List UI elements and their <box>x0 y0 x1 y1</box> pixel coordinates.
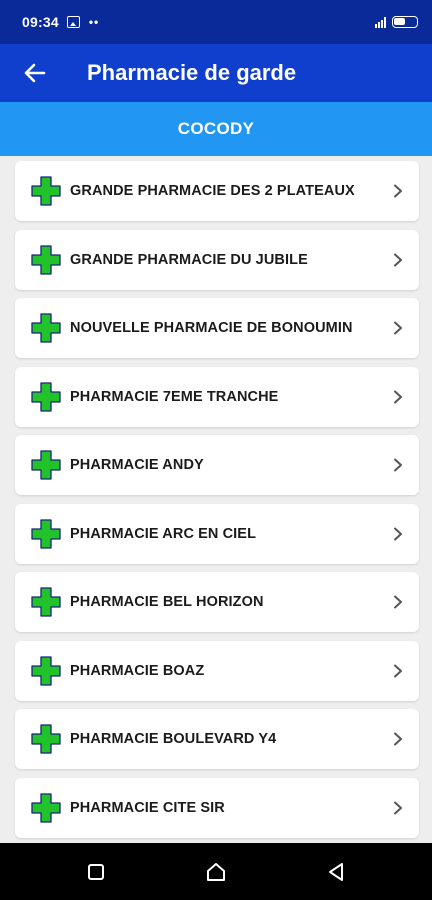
list-item[interactable]: PHARMACIE CITE SIR <box>15 777 419 838</box>
page-title: Pharmacie de garde <box>87 60 297 85</box>
pharmacy-name: PHARMACIE BOULEVARD Y4 <box>70 731 277 747</box>
chevron-right-icon <box>394 390 402 403</box>
list-item[interactable]: PHARMACIE BOULEVARD Y4 <box>15 709 419 769</box>
pharmacy-name: PHARMACIE 7EME TRANCHE <box>70 388 279 405</box>
battery-icon <box>392 16 418 28</box>
list-item[interactable]: PHARMACIE ARC EN CIEL <box>15 503 419 564</box>
chevron-right-icon <box>394 184 402 198</box>
pharmacy-cross-icon <box>31 381 61 412</box>
pharmacy-cross-icon <box>31 724 61 754</box>
chevron-right-icon <box>394 664 402 677</box>
chevron-right-icon <box>394 253 402 266</box>
pharmacy-name: PHARMACIE BEL HORIZON <box>70 594 264 610</box>
pharmacy-name: PHARMACIE BOAZ <box>70 662 205 679</box>
recent-apps-icon <box>88 864 104 880</box>
list-item[interactable]: GRANDE PHARMACIE DU JUBILE <box>15 229 419 290</box>
pharmacy-cross-icon <box>31 655 61 686</box>
pharmacy-name: PHARMACIE ARC EN CIEL <box>70 525 257 542</box>
navigation-bar <box>0 843 432 900</box>
pharmacy-list: GRANDE PHARMACIE DES 2 PLATEAUX GRANDE PH… <box>15 161 419 846</box>
list-item[interactable]: PHARMACIE BOAZ <box>15 640 419 701</box>
chevron-right-icon <box>394 321 402 335</box>
pharmacy-name: NOUVELLE PHARMACIE DE BONOUMIN <box>70 320 353 336</box>
pharmacy-name: PHARMACIE CITE SIR <box>70 799 225 816</box>
pharmacy-name: GRANDE PHARMACIE DU JUBILE <box>70 251 308 268</box>
pharmacy-cross-icon <box>31 587 61 617</box>
app-bar: Pharmacie de garde <box>0 44 432 102</box>
list-item[interactable]: PHARMACIE BEL HORIZON <box>15 572 419 632</box>
pharmacy-cross-icon <box>31 518 61 549</box>
pharmacy-cross-icon <box>31 176 61 206</box>
chevron-right-icon <box>394 595 402 609</box>
status-time: 09:34 <box>22 14 59 30</box>
list-item[interactable]: GRANDE PHARMACIE DES 2 PLATEAUX <box>15 161 419 221</box>
back-icon <box>329 863 343 881</box>
status-dots: •• <box>88 15 100 29</box>
pharmacy-name: GRANDE PHARMACIE DES 2 PLATEAUX <box>70 183 355 199</box>
district-header: COCODY <box>0 102 432 156</box>
back-button[interactable] <box>0 44 70 102</box>
arrow-back-icon <box>24 63 46 83</box>
recent-apps-button[interactable] <box>83 859 109 885</box>
district-label: COCODY <box>177 119 255 138</box>
status-bar: 09:34 •• <box>0 0 432 44</box>
signal-icon <box>375 16 386 28</box>
list-item[interactable]: PHARMACIE 7EME TRANCHE <box>15 366 419 427</box>
pharmacy-cross-icon <box>31 792 61 823</box>
list-item[interactable]: NOUVELLE PHARMACIE DE BONOUMIN <box>15 298 419 358</box>
home-button[interactable] <box>203 859 229 885</box>
pharmacy-cross-icon <box>31 313 61 343</box>
chevron-right-icon <box>394 732 402 746</box>
list-item[interactable]: PHARMACIE ANDY <box>15 435 419 495</box>
pharmacy-name: PHARMACIE ANDY <box>70 457 204 473</box>
chevron-right-icon <box>394 527 402 540</box>
system-back-button[interactable] <box>323 859 349 885</box>
pharmacy-cross-icon <box>31 244 61 275</box>
pharmacy-cross-icon <box>31 450 61 480</box>
home-icon <box>207 863 225 881</box>
chevron-right-icon <box>394 801 402 814</box>
chevron-right-icon <box>394 458 402 472</box>
image-icon <box>66 16 80 28</box>
status-right-icons <box>375 16 418 28</box>
